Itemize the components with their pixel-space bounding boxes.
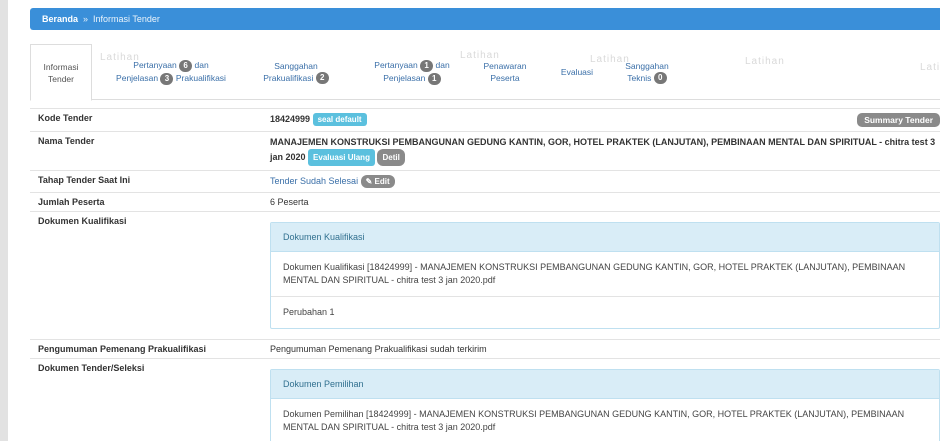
row-jumlah-peserta: Jumlah Peserta 6 Peserta bbox=[30, 192, 940, 212]
pengumuman-value: Pengumuman Pemenang Prakualifikasi sudah… bbox=[262, 339, 940, 359]
page-frame: Beranda » Informasi Tender Latihan Latih… bbox=[0, 0, 940, 441]
tab-sanggahan-teknis[interactable]: Sanggahan Teknis 0 bbox=[612, 44, 682, 100]
panel-title: Dokumen Kualifikasi bbox=[271, 223, 939, 252]
count-badge: 3 bbox=[160, 72, 174, 85]
jumlah-peserta-value: 6 Peserta bbox=[262, 192, 940, 212]
tab-sanggahan-prakualifikasi[interactable]: Sanggahan Prakualifikasi 2 bbox=[254, 44, 338, 100]
count-badge: 1 bbox=[427, 72, 441, 85]
row-label: Pengumuman Pemenang Prakualifikasi bbox=[30, 339, 262, 359]
tab-label: Prakualifikasi bbox=[175, 73, 226, 83]
tab-pertanyaan-penjelasan[interactable]: Pertanyaan 1 dan Penjelasan 1 bbox=[360, 44, 464, 100]
breadcrumb-home-link[interactable]: Beranda bbox=[42, 14, 78, 24]
tahap-tender-value: Tender Sudah Selesai bbox=[270, 175, 359, 186]
tender-info-table: Kode Tender 18424999 seal default Summar… bbox=[30, 108, 940, 441]
evaluasi-ulang-button[interactable]: Evaluasi Ulang bbox=[308, 149, 375, 166]
tender-tabs: Latihan Latihan Latihan Latihan Latihan … bbox=[30, 44, 940, 101]
tab-label: Teknis bbox=[627, 72, 652, 83]
dokumen-pemilihan-file-link[interactable]: Dokumen Pemilihan [18424999] - MANAJEMEN… bbox=[271, 399, 939, 441]
dokumen-kualifikasi-panel: Dokumen Kualifikasi Dokumen Kualifikasi … bbox=[270, 222, 940, 329]
count-badge: 6 bbox=[179, 60, 193, 72]
count-badge: 0 bbox=[653, 72, 667, 85]
edit-icon: ✎ bbox=[365, 177, 373, 186]
tab-label: Sanggahan bbox=[274, 60, 318, 71]
breadcrumb-separator: » bbox=[83, 14, 89, 24]
row-label: Dokumen Tender/Seleksi bbox=[30, 358, 262, 441]
edit-button[interactable]: ✎ Edit bbox=[360, 175, 395, 188]
tab-label: Evaluasi bbox=[560, 67, 594, 77]
row-label: Tahap Tender Saat Ini bbox=[30, 170, 262, 193]
tab-label: Tender bbox=[48, 73, 74, 84]
tab-label: Informasi bbox=[43, 61, 79, 72]
seal-badge: seal default bbox=[312, 113, 367, 126]
summary-tender-button[interactable]: Summary Tender bbox=[857, 113, 940, 127]
breadcrumb: Beranda » Informasi Tender bbox=[30, 8, 940, 30]
tab-label: Penjelasan bbox=[116, 73, 159, 83]
row-label: Nama Tender bbox=[30, 131, 262, 171]
tab-label: dan bbox=[435, 60, 450, 71]
detil-button[interactable]: Detil bbox=[377, 149, 405, 166]
tab-label: Pertanyaan bbox=[133, 60, 177, 71]
row-pengumuman-pemenang: Pengumuman Pemenang Prakualifikasi Pengu… bbox=[30, 339, 940, 359]
count-badge: 1 bbox=[420, 60, 434, 72]
tab-pertanyaan-prakualifikasi[interactable]: Pertanyaan 6 dan Penjelasan 3 Prakualifi… bbox=[96, 44, 246, 100]
tab-label: Penawaran bbox=[483, 61, 527, 71]
row-label: Dokumen Kualifikasi bbox=[30, 211, 262, 340]
row-tahap-tender: Tahap Tender Saat Ini Tender Sudah Seles… bbox=[30, 170, 940, 193]
watermark-text: Latihan bbox=[920, 62, 940, 73]
tab-label: dan bbox=[194, 60, 209, 71]
row-dokumen-tender: Dokumen Tender/Seleksi Dokumen Pemilihan… bbox=[30, 358, 940, 441]
tab-evaluasi[interactable]: Evaluasi bbox=[550, 44, 604, 100]
edit-label: Edit bbox=[374, 177, 390, 186]
dokumen-kualifikasi-file-link[interactable]: Dokumen Kualifikasi [18424999] - MANAJEM… bbox=[271, 252, 939, 297]
row-nama-tender: Nama Tender MANAJEMEN KONSTRUKSI PEMBANG… bbox=[30, 131, 940, 171]
tab-informasi-tender[interactable]: Informasi Tender bbox=[30, 44, 92, 101]
row-label: Jumlah Peserta bbox=[30, 192, 262, 212]
dokumen-pemilihan-panel: Dokumen Pemilihan Dokumen Pemilihan [184… bbox=[270, 369, 940, 441]
perubahan-link[interactable]: Perubahan 1 bbox=[271, 297, 939, 328]
tab-label: Sanggahan bbox=[625, 60, 669, 71]
panel-title: Dokumen Pemilihan bbox=[271, 370, 939, 399]
row-label: Kode Tender bbox=[30, 108, 262, 132]
tab-label: Prakualifikasi bbox=[263, 72, 314, 83]
tab-label: Peserta bbox=[490, 73, 520, 83]
row-kode-tender: Kode Tender 18424999 seal default Summar… bbox=[30, 108, 940, 132]
count-badge: 2 bbox=[315, 72, 329, 85]
row-dokumen-kualifikasi: Dokumen Kualifikasi Dokumen Kualifikasi … bbox=[30, 211, 940, 340]
tab-label: Pertanyaan bbox=[374, 60, 418, 71]
watermark-text: Latihan bbox=[745, 56, 785, 67]
breadcrumb-current: Informasi Tender bbox=[93, 14, 160, 24]
kode-tender-value: 18424999 bbox=[270, 113, 311, 124]
tab-penawaran-peserta[interactable]: Penawaran Peserta bbox=[470, 44, 540, 100]
tab-label: Penjelasan bbox=[383, 73, 426, 83]
